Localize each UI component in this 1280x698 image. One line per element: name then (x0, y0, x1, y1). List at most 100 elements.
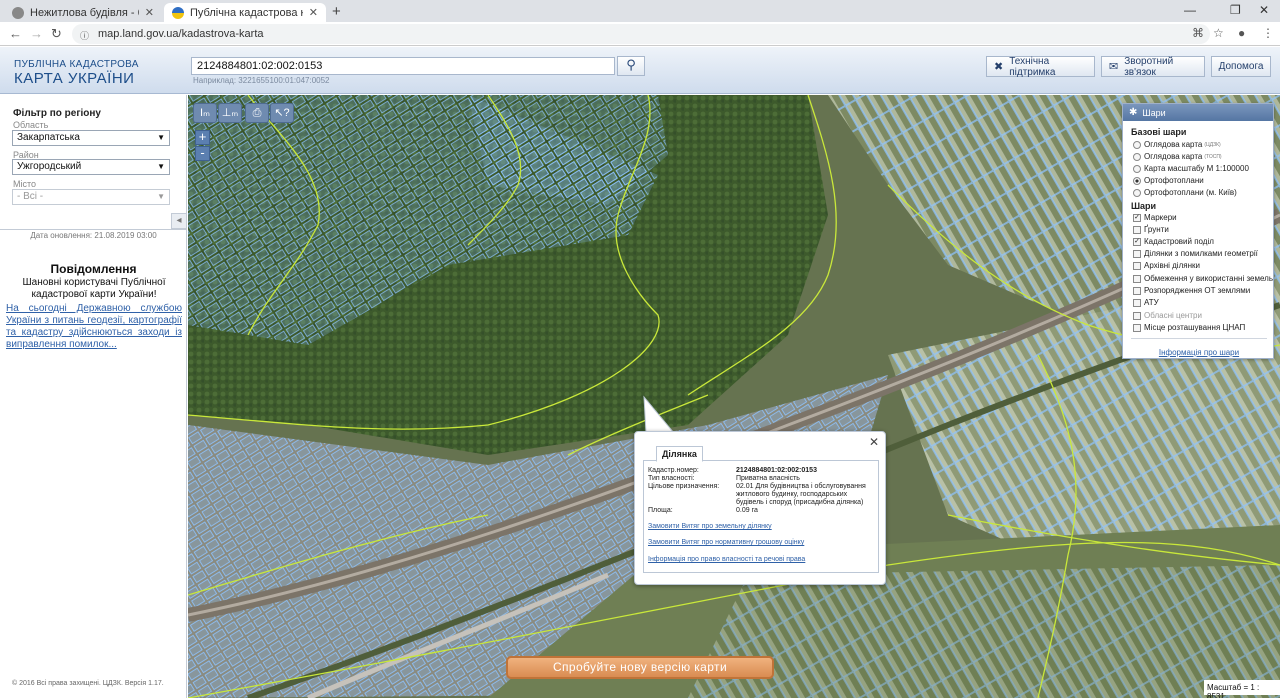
region-value: Закарпатська (17, 132, 80, 143)
purpose-label: Цільове призначення: (648, 483, 720, 490)
overlay-layer-item[interactable]: Місце розташування ЦНАП (1133, 323, 1245, 332)
purpose-value: 02.01 Для будівництва і обслуговування ж… (736, 483, 866, 506)
overlay-layers-title: Шари (1131, 201, 1157, 211)
reload-icon[interactable]: ↻ (51, 26, 62, 42)
collapse-sidebar-button[interactable]: ◂ (171, 213, 187, 229)
notice-text: Шановні користувачі Публічної кадастрово… (22, 277, 166, 300)
city-select[interactable]: - Всі - ▼ (12, 189, 170, 205)
help-button[interactable]: Допомога (1211, 56, 1271, 77)
mail-icon: ✉ (1109, 61, 1119, 73)
chevron-down-icon: ▼ (157, 162, 165, 171)
globe-icon (12, 6, 24, 19)
cadastral-number-value: 2124884801:02:002:0153 (736, 467, 817, 474)
checkbox-icon (1133, 274, 1141, 283)
overlay-layer-item[interactable]: ✓ Кадастровий поділ (1133, 237, 1214, 246)
tab-parcel[interactable]: Ділянка (656, 446, 703, 462)
profile-icon[interactable]: ● (1238, 26, 1245, 40)
base-layer-item[interactable]: Ортофотоплани (1133, 176, 1204, 185)
overlay-layer-item[interactable]: Розпорядження ОТ землями (1133, 286, 1250, 295)
zoom-in-button[interactable]: + (195, 130, 210, 145)
layer-label: Ґрунти (1144, 225, 1169, 234)
layers-info-link[interactable]: Інформація про шари (1123, 348, 1275, 357)
overlay-layer-item[interactable]: Обмеження у використанні земель (1133, 274, 1273, 283)
city-label: Місто (13, 179, 37, 189)
browser-tabstrip: Нежитлова будівля - блок допо... ✕ Публі… (0, 0, 1280, 22)
ownership-info-link[interactable]: Інформація про право власності та речові… (648, 556, 805, 563)
star-icon[interactable]: ☆ (1213, 26, 1224, 40)
tools-icon: ✖ (994, 61, 1004, 73)
overlay-layer-item[interactable]: АТУ (1133, 298, 1159, 307)
overlay-layer-item[interactable]: Ділянки з помилками геометрії (1133, 249, 1258, 258)
layers-header[interactable]: ✱ Шари (1123, 104, 1273, 121)
base-layers-title: Базові шари (1131, 127, 1187, 137)
scale-display: Масштаб = 1 : 8531 (1204, 680, 1280, 698)
orthophoto (188, 95, 1280, 698)
gear-icon: ✱ (1129, 107, 1138, 118)
layer-label: Кадастровий поділ (1144, 237, 1214, 246)
base-layer-item[interactable]: Оглядова карта (ЦДЗК) (1133, 140, 1221, 149)
layer-label: Розпорядження ОТ землями (1144, 286, 1251, 295)
tech-support-button[interactable]: ✖ Технічна підтримка (986, 56, 1095, 78)
zoom-out-button[interactable]: - (195, 146, 210, 161)
close-icon[interactable]: ✕ (309, 6, 318, 19)
district-value: Ужгородський (17, 161, 82, 172)
map-canvas[interactable]: Iₘ ⊥ₘ ⎙ ↖? + - ✱ Шари Базові шари Оглядов… (188, 95, 1280, 698)
checkbox-checked-icon: ✓ (1133, 213, 1141, 222)
close-icon[interactable]: ✕ (869, 435, 879, 449)
restore-icon[interactable]: ❐ (1230, 3, 1241, 17)
new-tab-button[interactable]: + (332, 3, 341, 20)
base-layer-item[interactable]: Карта масштабу М 1:100000 (1133, 164, 1249, 173)
browser-tab-active[interactable]: Публічна кадастрова карта Укр... ✕ (164, 3, 326, 22)
layer-label: Обмеження у використанні земель (1144, 274, 1273, 283)
search-input[interactable]: 2124884801:02:002:0153 (191, 57, 615, 75)
cadastral-number-label: Кадастр.номер: (648, 467, 699, 474)
browser-tab[interactable]: Нежитлова будівля - блок допо... ✕ (4, 3, 162, 22)
translate-icon[interactable]: ⌘ (1192, 26, 1204, 40)
forward-icon[interactable]: → (30, 26, 43, 41)
area-value: 0.09 га (736, 507, 758, 514)
district-select[interactable]: Ужгородський ▼ (12, 159, 170, 175)
checkbox-icon (1133, 286, 1141, 295)
base-layer-item[interactable]: Ортофотоплани (м. Київ) (1133, 188, 1237, 197)
layer-label: Маркери (1144, 213, 1177, 222)
update-date: Дата оновлення: 21.08.2019 03:00 (30, 231, 157, 240)
notice-title: Повідомлення (50, 262, 137, 276)
url-field[interactable]: ⓘ map.land.gov.ua/kadastrova-karta (72, 24, 1210, 44)
measure-area-tool[interactable]: ⊥ₘ (218, 103, 242, 123)
overlay-layer-item[interactable]: Архівні ділянки (1133, 261, 1200, 270)
layer-sup: (ТОСП) (1204, 153, 1222, 160)
layer-label: Обласні центри (1144, 311, 1202, 320)
order-extract-link[interactable]: Замовити Витяг про земельну ділянку (648, 523, 772, 530)
feedback-button[interactable]: ✉ Зворотний зв'язок (1101, 56, 1205, 78)
minimize-icon[interactable]: — (1184, 3, 1196, 17)
radio-selected-icon (1133, 176, 1141, 185)
ukraine-flag-icon (172, 6, 184, 19)
help-label: Допомога (1218, 61, 1264, 72)
search-button[interactable]: ⚲ (617, 56, 645, 76)
radio-icon (1133, 188, 1141, 197)
url-text: map.land.gov.ua/kadastrova-karta (98, 28, 264, 40)
area-label: Площа: (648, 507, 673, 514)
sidebar: Фільтр по регіону Область Закарпатська ▼ … (0, 95, 187, 698)
layer-label: АТУ (1144, 298, 1159, 307)
checkbox-icon (1133, 249, 1141, 258)
measure-distance-tool[interactable]: Iₘ (193, 103, 217, 123)
overlay-layer-item[interactable]: ✓ Маркери (1133, 213, 1177, 222)
layer-label: Архівні ділянки (1144, 261, 1200, 270)
order-valuation-link[interactable]: Замовити Витяг про нормативну грошову оц… (648, 539, 804, 546)
layer-label: Ділянки з помилками геометрії (1144, 249, 1258, 258)
address-bar: ← → ↻ ⓘ map.land.gov.ua/kadastrova-karta… (0, 22, 1280, 46)
base-layer-item[interactable]: Оглядова карта (ТОСП) (1133, 152, 1222, 161)
close-icon[interactable]: ✕ (145, 6, 154, 19)
popup-pointer (643, 395, 676, 434)
back-icon[interactable]: ← (9, 26, 22, 41)
region-select[interactable]: Закарпатська ▼ (12, 130, 170, 146)
menu-icon[interactable]: ⋮ (1262, 26, 1274, 40)
print-icon[interactable]: ⎙ (245, 103, 269, 123)
try-new-version-button[interactable]: Спробуйте нову версію карти (506, 656, 774, 679)
notice-link[interactable]: На сьогодні Державною службою України з … (6, 303, 182, 351)
overlay-layer-item[interactable]: Ґрунти (1133, 225, 1169, 234)
window-close-icon[interactable]: ✕ (1259, 3, 1269, 17)
identify-icon[interactable]: ↖? (270, 103, 294, 123)
layer-label: Оглядова карта (1144, 152, 1203, 161)
